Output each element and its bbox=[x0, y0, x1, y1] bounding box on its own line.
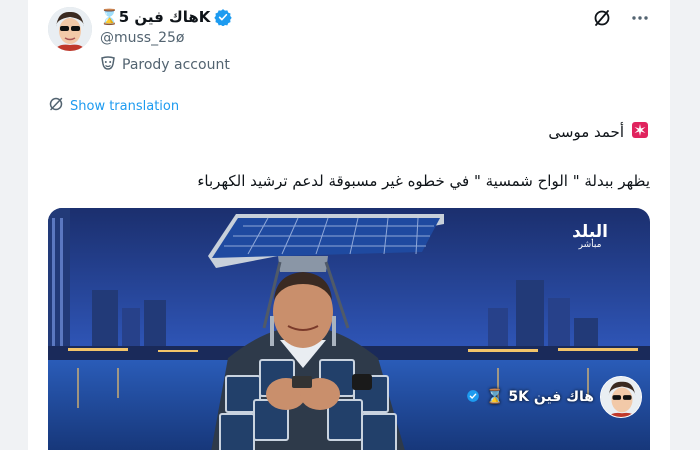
author-row: Kهاك فين 5⌛ bbox=[100, 8, 233, 27]
channel-logo: البلد مباشر bbox=[572, 222, 608, 250]
author-mention-text: أحمد موسى bbox=[548, 123, 624, 141]
display-name[interactable]: Kهاك فين 5⌛ bbox=[100, 8, 210, 26]
watermark-text: هاك فين 5K ⌛ bbox=[486, 389, 594, 405]
tweet-actions bbox=[592, 8, 650, 28]
show-translation-text[interactable]: Show translation bbox=[70, 99, 179, 114]
parody-text: Parody account bbox=[122, 57, 230, 73]
handle[interactable]: @muss_25ø bbox=[100, 30, 184, 46]
tweet-text-line-2: يظهر ببدلة " الواح شمسية " في خطوه غير م… bbox=[197, 172, 650, 190]
verified-badge-icon bbox=[214, 8, 233, 27]
siren-emoji-icon bbox=[630, 120, 650, 144]
avatar[interactable] bbox=[48, 7, 92, 51]
tweet-media[interactable]: البلد مباشر هاك فين 5K ⌛ bbox=[48, 208, 650, 450]
watermark-verified-icon bbox=[466, 388, 480, 407]
parody-mask-icon bbox=[100, 55, 116, 75]
show-translation-link[interactable]: Show translation bbox=[48, 96, 179, 116]
tweet-text-line-1: أحمد موسى bbox=[548, 120, 650, 144]
channel-name: البلد bbox=[572, 222, 608, 242]
grok-icon[interactable] bbox=[592, 8, 612, 28]
media-watermark: هاك فين 5K ⌛ bbox=[466, 376, 642, 418]
watermark-avatar bbox=[600, 376, 642, 418]
translate-icon bbox=[48, 96, 64, 116]
parody-label: Parody account bbox=[100, 55, 230, 75]
more-icon[interactable] bbox=[630, 8, 650, 28]
tweet-card: Kهاك فين 5⌛ @muss_25ø Parody account Sho… bbox=[28, 0, 670, 450]
